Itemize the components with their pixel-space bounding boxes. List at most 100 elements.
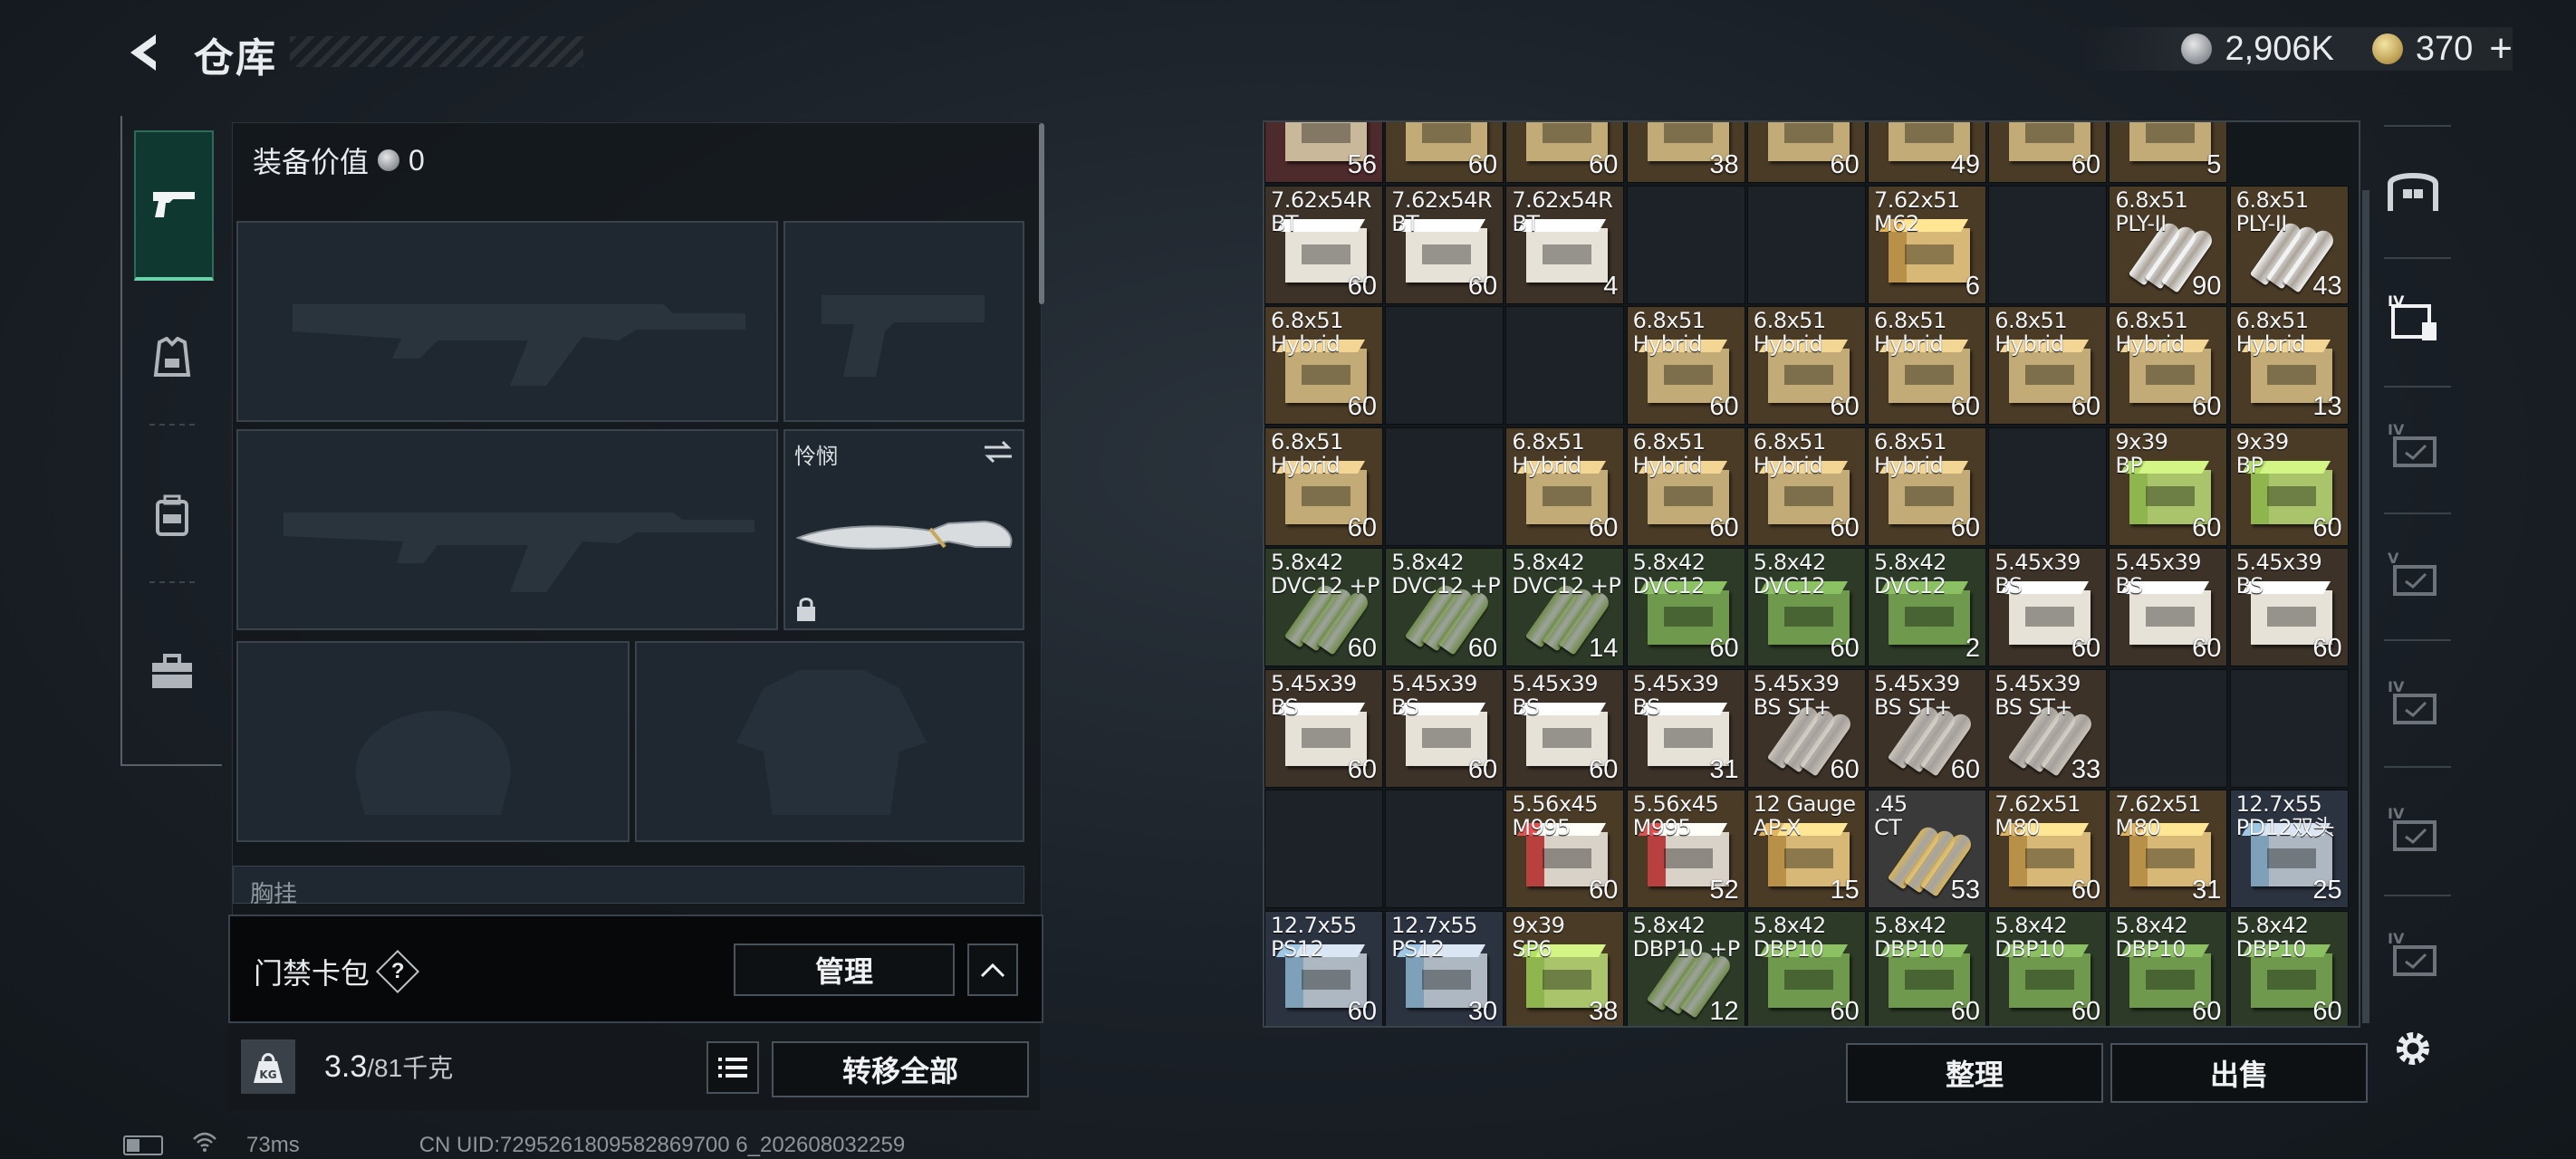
inventory-item[interactable]: 9x39 BP 60 (2229, 426, 2349, 546)
inventory-slot-empty[interactable] (1626, 185, 1745, 304)
inventory-item[interactable]: 5.8x42 DVC12 +P 14 (1505, 548, 1625, 666)
back-button[interactable] (118, 27, 172, 78)
inventory-item[interactable]: 5.8x42 DBP10 60 (1868, 910, 1986, 1026)
manage-button[interactable]: 管理 (734, 943, 955, 996)
inventory-slot-empty[interactable] (1385, 790, 1504, 908)
inventory-item[interactable]: 6.8x51 Hybrid 60 (1626, 306, 1745, 425)
armor-slot[interactable] (635, 641, 1024, 842)
inventory-item[interactable]: 12.7x55 PD12双头 25 (2229, 790, 2349, 908)
inventory-item[interactable]: 49 (1868, 122, 1986, 183)
inventory-item[interactable]: 6.8x51 PLY-II 43 (2229, 185, 2349, 304)
inventory-item[interactable]: 6.8x51 Hybrid 60 (1746, 306, 1866, 425)
chest-rig-slot[interactable]: 胸挂 (233, 866, 1024, 907)
inventory-item[interactable]: 5.45x39 BS ST+ 60 (1868, 668, 1986, 788)
inventory-item[interactable]: 7.62x51 M80 31 (2109, 790, 2228, 908)
inventory-item[interactable]: 5.8x42 DVC12 2 (1868, 548, 1986, 666)
sidebar-item-stash[interactable] (2386, 163, 2440, 217)
inventory-item[interactable]: 5.8x42 DBP10 +P 12 (1626, 910, 1745, 1026)
collapse-button[interactable] (967, 943, 1018, 996)
inventory-item[interactable]: 5.45x39 BS ST+ 60 (1746, 668, 1866, 788)
inventory-slot-empty[interactable] (1385, 426, 1504, 546)
sidebar-item-container-v[interactable]: V (2386, 547, 2440, 601)
inventory-item[interactable]: 5.8x42 DVC12 60 (1746, 548, 1866, 666)
inventory-item[interactable]: 60 (1385, 122, 1504, 183)
inventory-slot-empty[interactable] (1746, 185, 1866, 304)
inventory-item[interactable]: 7.62x54R BT 60 (1385, 185, 1504, 304)
inventory-item[interactable]: 6.8x51 Hybrid 60 (1988, 306, 2108, 425)
inventory-item[interactable]: 56 (1264, 122, 1383, 183)
swap-icon[interactable] (983, 438, 1014, 465)
sidebar-item-container-iv-3[interactable]: IV (2386, 802, 2440, 857)
primary-weapon-slot[interactable] (236, 221, 778, 422)
inventory-item[interactable]: 5.45x39 BS 60 (1988, 548, 2108, 666)
help-icon[interactable]: ? (375, 949, 420, 994)
inventory-item[interactable]: 5.45x39 BS 60 (2229, 548, 2349, 666)
inventory-slot-empty[interactable] (1988, 185, 2108, 304)
inventory-item[interactable]: 5.8x42 DBP10 60 (2229, 910, 2349, 1026)
inventory-slot-empty[interactable] (1264, 790, 1383, 908)
inventory-item[interactable]: 5.45x39 BS 31 (1626, 668, 1745, 788)
inventory-item[interactable]: 5.8x42 DVC12 +P 60 (1264, 548, 1383, 666)
inventory-slot-empty[interactable] (2109, 668, 2228, 788)
inventory-slot-empty[interactable] (2229, 668, 2349, 788)
inventory-item[interactable]: 60 (1505, 122, 1625, 183)
sidebar-item-container-4[interactable]: IV (2386, 290, 2440, 344)
tab-backpack[interactable] (134, 478, 210, 554)
sort-button[interactable]: 整理 (1846, 1043, 2103, 1103)
primary-weapon-slot-2[interactable] (236, 429, 778, 630)
inventory-item[interactable]: 5.45x39 BS 60 (1505, 668, 1625, 788)
inventory-item[interactable]: 5.56x45 M995 52 (1626, 790, 1745, 908)
helmet-slot[interactable] (236, 641, 630, 842)
inventory-item[interactable]: 6.8x51 Hybrid 60 (1264, 426, 1383, 546)
inventory-item[interactable]: 6.8x51 Hybrid 60 (1264, 306, 1383, 425)
inventory-item[interactable]: 6.8x51 Hybrid 60 (1868, 426, 1986, 546)
inventory-slot-empty[interactable] (1988, 426, 2108, 546)
inventory-item[interactable]: 5.8x42 DVC12 +P 60 (1385, 548, 1504, 666)
inventory-item[interactable]: 7.62x51 M62 6 (1868, 185, 1986, 304)
tab-weapons[interactable] (134, 130, 214, 281)
sidebar-item-container-iv-2[interactable]: IV (2386, 675, 2440, 730)
inventory-item[interactable]: 9x39 BP 60 (2109, 426, 2228, 546)
transfer-all-button[interactable]: 转移全部 (772, 1041, 1029, 1097)
inventory-item[interactable]: 5.56x45 M995 60 (1505, 790, 1625, 908)
inventory-item[interactable]: 7.62x54R BT 4 (1505, 185, 1625, 304)
inventory-item[interactable]: 5 (2109, 122, 2228, 183)
settings-button[interactable] (2386, 1021, 2440, 1076)
inventory-item[interactable]: 60 (1746, 122, 1866, 183)
inventory-item[interactable]: 5.45x39 BS 60 (1264, 668, 1383, 788)
sidebar-item-container-iv-4[interactable]: IV (2386, 927, 2440, 982)
inventory-item[interactable]: 5.8x42 DVC12 60 (1626, 548, 1745, 666)
sell-button[interactable]: 出售 (2110, 1043, 2368, 1103)
inventory-item[interactable]: 5.45x39 BS 60 (1385, 668, 1504, 788)
inventory-item[interactable]: 5.45x39 BS ST+ 33 (1988, 668, 2108, 788)
sidebar-item-container-iv-1[interactable]: IV (2386, 418, 2440, 473)
inventory-item[interactable]: 5.8x42 DBP10 60 (1746, 910, 1866, 1026)
inventory-item[interactable]: 12.7x55 PS12 60 (1264, 910, 1383, 1026)
list-view-button[interactable] (706, 1041, 759, 1094)
inventory-item[interactable]: 6.8x51 Hybrid 60 (2109, 306, 2228, 425)
inventory-item[interactable]: 5.8x42 DBP10 60 (1988, 910, 2108, 1026)
inventory-item[interactable]: 6.8x51 Hybrid 60 (1868, 306, 1986, 425)
inventory-item[interactable]: 12.7x55 PS12 30 (1385, 910, 1504, 1026)
melee-slot[interactable]: 怜悯 (783, 429, 1024, 630)
secondary-weapon-slot[interactable] (783, 221, 1024, 422)
inventory-item[interactable]: 9x39 SP6 38 (1505, 910, 1625, 1026)
tab-armor[interactable] (134, 321, 210, 397)
inventory-item[interactable]: 7.62x54R BT 60 (1264, 185, 1383, 304)
add-currency-button[interactable]: + (2489, 26, 2513, 72)
inventory-item[interactable]: 5.45x39 BS 60 (2109, 548, 2228, 666)
tab-case[interactable] (134, 634, 210, 710)
inventory-item[interactable]: 12 Gauge AP-X 15 (1746, 790, 1866, 908)
inventory-item[interactable]: 7.62x51 M80 60 (1988, 790, 2108, 908)
inventory-item[interactable]: 5.8x42 DBP10 60 (2109, 910, 2228, 1026)
inventory-slot-empty[interactable] (1505, 306, 1625, 425)
inventory-item[interactable]: 6.8x51 PLY-II 90 (2109, 185, 2228, 304)
inventory-item[interactable]: .45 CT 53 (1868, 790, 1986, 908)
inventory-scrollbar-track[interactable] (2362, 190, 2369, 1023)
inventory-item[interactable]: 60 (1988, 122, 2108, 183)
inventory-item[interactable]: 6.8x51 Hybrid 60 (1746, 426, 1866, 546)
scrollbar[interactable] (1039, 123, 1044, 304)
inventory-item[interactable]: 6.8x51 Hybrid 13 (2229, 306, 2349, 425)
inventory-slot-empty[interactable] (1385, 306, 1504, 425)
inventory-item[interactable]: 38 (1626, 122, 1745, 183)
